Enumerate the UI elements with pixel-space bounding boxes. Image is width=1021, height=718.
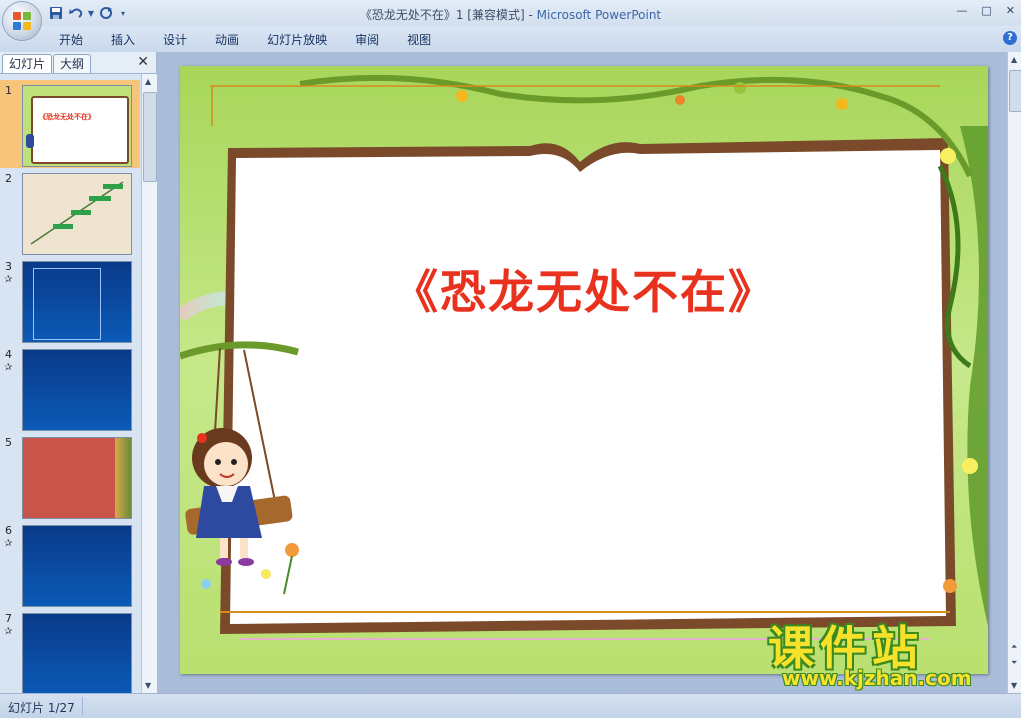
slide-number: 1 xyxy=(5,84,12,97)
animation-icon: ✰ xyxy=(4,538,13,549)
window-controls: — □ ✕ xyxy=(956,4,1015,17)
tab-view[interactable]: 视图 xyxy=(407,31,445,48)
next-slide-icon[interactable]: ⏷ xyxy=(1011,658,1017,668)
slide-thumbnail[interactable] xyxy=(22,261,132,343)
tab-home[interactable]: 开始 xyxy=(59,31,97,48)
status-separator xyxy=(82,697,83,715)
thumbnail-row[interactable]: 2 xyxy=(0,168,140,256)
office-button[interactable] xyxy=(3,2,41,40)
tab-slideshow[interactable]: 幻灯片放映 xyxy=(267,31,341,48)
thumbnail-row[interactable]: 6 ✰ xyxy=(0,520,140,608)
window-title: 《恐龙无处不在》1 [兼容模式] - Microsoft PowerPoint xyxy=(0,6,1021,23)
slide-thumbnail[interactable] xyxy=(22,525,132,607)
tab-animations[interactable]: 动画 xyxy=(215,31,253,48)
slide-title[interactable]: 《恐龙无处不在》 xyxy=(180,256,988,322)
slide-thumbnail[interactable] xyxy=(22,613,132,693)
previous-slide-icon[interactable]: ⏶ xyxy=(1011,642,1017,652)
pane-tabs: 幻灯片 大纲 ✕ xyxy=(0,52,156,74)
tab-slides[interactable]: 幻灯片 xyxy=(2,54,53,73)
scroll-down-icon[interactable]: ▼ xyxy=(145,681,151,690)
close-pane-icon[interactable]: ✕ xyxy=(137,54,149,70)
thumbnail-title: 《恐龙无处不在》 xyxy=(39,113,95,121)
slide-number: 7 xyxy=(5,612,12,625)
animation-icon: ✰ xyxy=(4,362,13,373)
scroll-down-icon[interactable]: ▼ xyxy=(1011,681,1017,690)
slide-indicator: 幻灯片 1/27 xyxy=(8,701,75,715)
slide-number: 4 xyxy=(5,348,12,361)
tab-design[interactable]: 设计 xyxy=(163,31,201,48)
thumbnail-row[interactable]: 5 xyxy=(0,432,140,520)
thumbnail-row[interactable]: 7 ✰ xyxy=(0,608,140,693)
minimize-button[interactable]: — xyxy=(956,4,967,17)
slide-canvas[interactable]: 《恐龙无处不在》 xyxy=(180,66,988,674)
slide-thumbnail[interactable]: 《恐龙无处不在》 xyxy=(22,85,132,167)
thumbnail-row[interactable]: 3 ✰ xyxy=(0,256,140,344)
app-name: Microsoft PowerPoint xyxy=(536,8,662,22)
scrollbar-thumb[interactable] xyxy=(143,92,157,182)
scrollbar-thumb[interactable] xyxy=(1009,70,1021,112)
slide-thumbnail[interactable] xyxy=(22,173,132,255)
thumbnail-list: 1 《恐龙无处不在》 2 3 ✰ 4 ✰ 5 6 ✰ 7 ✰ xyxy=(0,74,140,693)
slide-number: 6 xyxy=(5,524,12,537)
close-button[interactable]: ✕ xyxy=(1006,4,1015,17)
slide-scrollbar[interactable]: ▲ ⏶ ⏷ ▼ xyxy=(1007,52,1021,693)
slide-background-graphic xyxy=(180,66,988,674)
slide-number: 5 xyxy=(5,436,12,449)
thumbnail-row[interactable]: 1 《恐龙无处不在》 xyxy=(0,80,140,168)
ribbon: 开始 插入 设计 动画 幻灯片放映 审阅 视图 ? xyxy=(0,26,1021,53)
status-bar: 幻灯片 1/27 xyxy=(0,693,1021,718)
help-icon[interactable]: ? xyxy=(1003,31,1017,45)
slide-number: 2 xyxy=(5,172,12,185)
slide-thumbnail[interactable] xyxy=(22,437,132,519)
slide-number: 3 xyxy=(5,260,12,273)
watermark-logo: 课件站 www.kjzhan.com xyxy=(768,612,1008,692)
tab-insert[interactable]: 插入 xyxy=(111,31,149,48)
document-title: 《恐龙无处不在》1 [兼容模式] - xyxy=(359,8,537,22)
scroll-up-icon[interactable]: ▲ xyxy=(1011,55,1017,64)
thumbnail-row[interactable]: 4 ✰ xyxy=(0,344,140,432)
animation-icon: ✰ xyxy=(4,626,13,637)
tab-outline[interactable]: 大纲 xyxy=(53,54,92,73)
tab-review[interactable]: 审阅 xyxy=(355,31,393,48)
ribbon-tabs: 开始 插入 设计 动画 幻灯片放映 审阅 视图 xyxy=(59,31,459,48)
maximize-button[interactable]: □ xyxy=(981,4,991,17)
slides-pane: 幻灯片 大纲 ✕ 1 《恐龙无处不在》 2 3 ✰ 4 ✰ 5 6 ✰ 7 ✰ … xyxy=(0,52,157,693)
slide-thumbnail[interactable] xyxy=(22,349,132,431)
animation-icon: ✰ xyxy=(4,274,13,285)
watermark-url: www.kjzhan.com xyxy=(782,666,972,690)
scroll-up-icon[interactable]: ▲ xyxy=(145,77,151,86)
office-logo-icon xyxy=(13,12,31,30)
thumbnail-scrollbar[interactable]: ▲ ▼ xyxy=(141,74,157,693)
title-bar: ▼ ▾ 《恐龙无处不在》1 [兼容模式] - Microsoft PowerPo… xyxy=(0,0,1021,26)
thumbnail-timeline-graphic xyxy=(30,181,124,245)
